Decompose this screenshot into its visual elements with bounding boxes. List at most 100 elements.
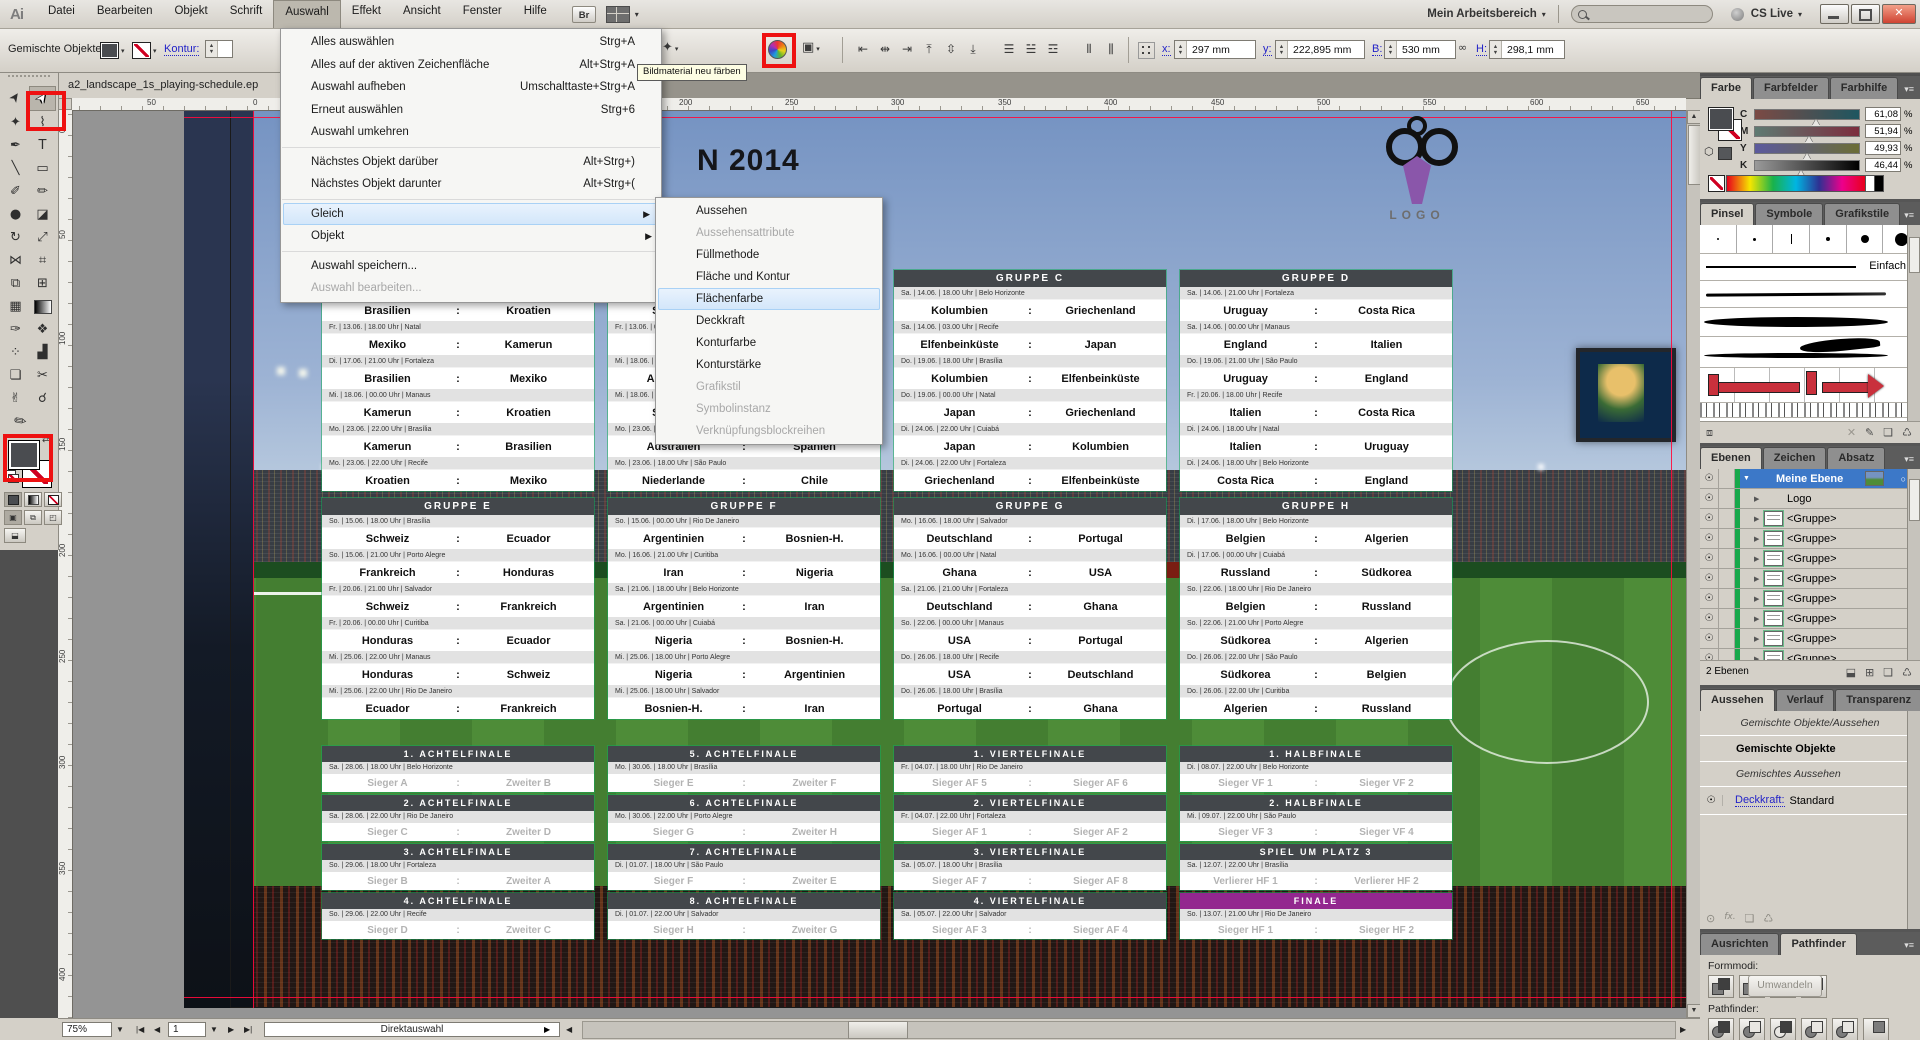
knockout-block-3-achtelfinale[interactable]: 3. ACHTELFINALESo. | 29.06. | 18.00 Uhr …	[322, 844, 594, 890]
workspace-caret-icon[interactable]: ▾	[635, 10, 639, 19]
menubar-item-bearbeiten[interactable]: Bearbeiten	[86, 0, 164, 28]
group-table-a[interactable]: GRUPPE ADo. | 12.06. | 22.00 Uhr | São P…	[322, 270, 594, 491]
brushes-tab-grafikstile[interactable]: Grafikstile	[1824, 203, 1900, 225]
brushes-tab-symbole[interactable]: Symbole	[1755, 203, 1823, 225]
menubar-item-objekt[interactable]: Objekt	[163, 0, 218, 28]
layer-expand-icon[interactable]: ▶	[1754, 535, 1764, 543]
knockout-block-6-achtelfinale[interactable]: 6. ACHTELFINALEMo. | 30.06. | 22.00 Uhr …	[608, 795, 880, 841]
group-table-c[interactable]: GRUPPE CSa. | 14.06. | 18.00 Uhr | Belo …	[894, 270, 1166, 491]
draw-inside-button[interactable]: ◰	[44, 510, 62, 525]
cs-live-menu[interactable]: CS Live	[1751, 8, 1793, 20]
layer-visibility-icon[interactable]: ☉	[1700, 489, 1719, 508]
bridge-button[interactable]: Br	[572, 6, 596, 23]
menu-item-nächstes-objekt-darunter[interactable]: Nächstes Objekt darunterAlt+Strg+(	[281, 173, 661, 196]
knockout-block-1-viertelfinale[interactable]: 1. VIERTELFINALEFr. | 04.07. | 18.00 Uhr…	[894, 746, 1166, 792]
calligraphic-brush-swatch[interactable]	[1700, 225, 1737, 253]
x-field[interactable]: ▲▼297 mm	[1174, 40, 1256, 59]
menubar-item-schrift[interactable]: Schrift	[219, 0, 274, 28]
layers-tab-zeichen[interactable]: Zeichen	[1763, 447, 1827, 469]
brush-options-icon[interactable]: ✎	[1865, 426, 1874, 439]
isolate-object-icon[interactable]: ▣▾	[802, 40, 820, 55]
document-tab[interactable]: a2_landscape_1s_playing-schedule.ep	[58, 72, 310, 98]
crop-button[interactable]	[1801, 1018, 1827, 1040]
delete-layer-icon[interactable]: ♺	[1902, 666, 1912, 679]
current-tool-field[interactable]: Direktauswahl	[264, 1022, 560, 1037]
knockout-block-4-achtelfinale[interactable]: 4. ACHTELFINALESo. | 29.06. | 22.00 Uhr …	[322, 893, 594, 939]
group-table-h[interactable]: GRUPPE HDi. | 17.06. | 18.00 Uhr | Belo …	[1180, 498, 1452, 719]
distribute-space-h-icon[interactable]: ⫼	[1100, 42, 1122, 57]
none-mode-button[interactable]	[44, 492, 62, 507]
layer-lock-cell[interactable]	[1719, 609, 1735, 628]
draw-behind-button[interactable]: ⧉	[24, 510, 42, 525]
layers-scrollbar[interactable]	[1907, 469, 1920, 660]
scroll-up-icon[interactable]: ▲	[1687, 110, 1701, 124]
group-table-e[interactable]: GRUPPE ESo. | 15.06. | 18.00 Uhr | Brasí…	[322, 498, 594, 719]
eyedropper-tool[interactable]: ✑	[2, 318, 29, 341]
page-number-field[interactable]: 1	[168, 1022, 206, 1037]
symbol-sprayer-tool[interactable]: ⁘	[2, 341, 29, 364]
layer-expand-icon[interactable]: ▼	[1743, 475, 1753, 482]
layer-row-gruppe[interactable]: ☉▶<Gruppe>○	[1700, 589, 1920, 609]
eraser-tool[interactable]: ◪	[29, 203, 56, 226]
appearance-tab-transparenz[interactable]: Transparenz	[1835, 689, 1920, 711]
expand-button[interactable]: Umwandeln	[1748, 975, 1822, 997]
stroke-caret-icon[interactable]: ▾	[153, 47, 157, 55]
artboard-tool[interactable]: ❏	[2, 364, 29, 387]
layer-visibility-icon[interactable]: ☉	[1700, 629, 1719, 648]
slider-track[interactable]	[1754, 126, 1860, 137]
submenu-item-flächenfarbe[interactable]: Flächenfarbe	[658, 288, 880, 310]
layer-expand-icon[interactable]: ▶	[1754, 615, 1764, 623]
distribute-space-v-icon[interactable]: ⫴	[1078, 42, 1100, 57]
color-panel-menu-icon[interactable]: ▾≡	[1904, 84, 1920, 99]
align-right-icon[interactable]: ⇥	[896, 42, 918, 57]
layer-row-gruppe[interactable]: ☉▶<Gruppe>○	[1700, 629, 1920, 649]
zoom-caret-icon[interactable]: ▼	[116, 1025, 124, 1034]
fill-caret-icon[interactable]: ▾	[121, 47, 125, 55]
taper-brush-row[interactable]	[1700, 308, 1920, 337]
width-field[interactable]: ▲▼530 mm	[1384, 40, 1456, 59]
menubar-item-datei[interactable]: Datei	[37, 0, 86, 28]
perspective-grid-tool[interactable]: ⊞	[29, 272, 56, 295]
layer-visibility-icon[interactable]: ☉	[1700, 469, 1719, 488]
calligraphic-brush-swatch[interactable]	[1810, 225, 1847, 253]
rectangle-tool[interactable]: ▭	[29, 157, 56, 180]
layer-target-icon[interactable]: ○	[1901, 474, 1906, 484]
layer-lock-cell[interactable]	[1719, 489, 1735, 508]
blend-tool[interactable]: ❖	[29, 318, 56, 341]
channel-value-field[interactable]: 46,44	[1865, 158, 1901, 172]
submenu-item-aussehen[interactable]: Aussehen	[656, 200, 882, 222]
out-of-gamut-cube-icon[interactable]: ⬡	[1704, 145, 1714, 158]
search-input[interactable]	[1571, 5, 1713, 23]
vertical-ruler[interactable]: 050100150200250300350400	[58, 110, 73, 1018]
slider-track[interactable]	[1754, 109, 1860, 120]
knockout-block-1-achtelfinale[interactable]: 1. ACHTELFINALESa. | 28.06. | 18.00 Uhr …	[322, 746, 594, 792]
scale-tool[interactable]: ⤢	[29, 226, 56, 249]
last-page-icon[interactable]: ▶|	[244, 1025, 252, 1034]
color-tab-farbhilfe[interactable]: Farbhilfe	[1830, 77, 1898, 99]
align-middle-v-icon[interactable]: ⇳	[940, 42, 962, 57]
color-mode-button[interactable]	[4, 492, 22, 507]
clipping-mask-icon[interactable]: ⬓	[1846, 666, 1856, 679]
brushes-tab-pinsel[interactable]: Pinsel	[1700, 203, 1754, 225]
knockout-block-finale[interactable]: FINALESo. | 13.07. | 21.00 Uhr | Rio De …	[1180, 893, 1452, 939]
black-swatch[interactable]	[1874, 175, 1884, 192]
knockout-block-8-achtelfinale[interactable]: 8. ACHTELFINALEDi. | 01.07. | 22.00 Uhr …	[608, 893, 880, 939]
layer-row-gruppe[interactable]: ☉▶<Gruppe>○	[1700, 609, 1920, 629]
slider-track[interactable]	[1754, 160, 1860, 171]
pathfinder-tab-ausrichten[interactable]: Ausrichten	[1700, 933, 1779, 955]
new-art-icon[interactable]: ⊙	[1706, 912, 1715, 925]
screen-mode-button[interactable]: ⬓	[4, 528, 26, 543]
layer-lock-cell[interactable]	[1719, 589, 1735, 608]
layer-row-gruppe[interactable]: ☉▶<Gruppe>○	[1700, 509, 1920, 529]
appearance-tab-verlauf[interactable]: Verlauf	[1776, 689, 1835, 711]
stroke-color-swatch[interactable]	[132, 42, 151, 59]
none-color-swatch[interactable]	[1708, 175, 1725, 192]
layer-row-meine-ebene[interactable]: ☉▼Meine Ebene○	[1700, 469, 1920, 489]
rotate-tool[interactable]: ↻	[2, 226, 29, 249]
selection-tool[interactable]: ➤	[2, 86, 29, 109]
trim-button[interactable]	[1739, 1018, 1765, 1040]
knockout-block-2-achtelfinale[interactable]: 2. ACHTELFINALESa. | 28.06. | 22.00 Uhr …	[322, 795, 594, 841]
layer-visibility-icon[interactable]: ☉	[1700, 569, 1719, 588]
cs-live-caret-icon[interactable]: ▾	[1798, 10, 1802, 19]
layer-row-logo[interactable]: ☉▶Logo○	[1700, 489, 1920, 509]
